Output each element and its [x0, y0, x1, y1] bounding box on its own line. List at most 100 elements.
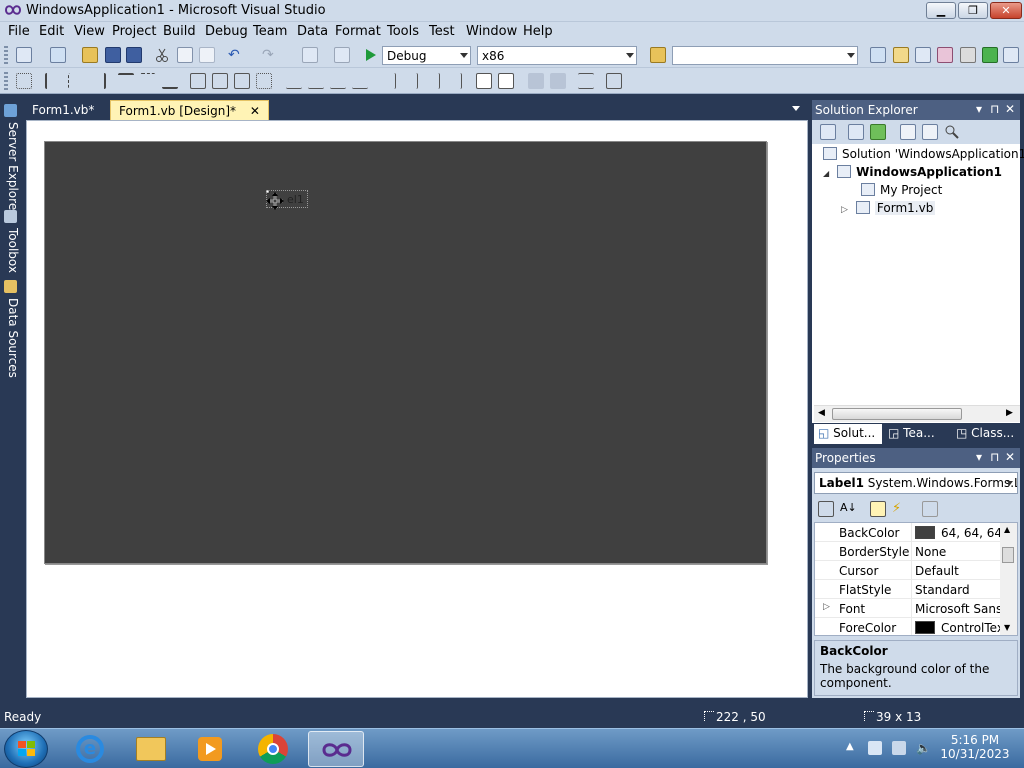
menu-edit[interactable]: Edit: [39, 24, 64, 39]
decrease-vertical-spacing-icon[interactable]: [424, 73, 440, 89]
start-button[interactable]: [4, 730, 48, 768]
align-centers-icon[interactable]: [68, 73, 84, 89]
bring-to-front-icon[interactable]: [528, 73, 544, 89]
align-middles-icon[interactable]: [140, 73, 156, 89]
scroll-down-icon[interactable]: ▼: [1004, 623, 1010, 632]
alphabetical-icon[interactable]: A↓: [840, 501, 857, 517]
property-row-flatstyle[interactable]: FlatStyle Standard: [815, 580, 1003, 599]
toolbox-tab[interactable]: Toolbox: [2, 228, 20, 273]
property-row-backcolor[interactable]: BackColor 64, 64, 64: [815, 523, 1003, 542]
form1-surface[interactable]: [44, 141, 767, 564]
menu-window[interactable]: Window: [466, 24, 517, 39]
server-explorer-tab[interactable]: Server Explorer: [2, 122, 20, 215]
align-tops-icon[interactable]: [118, 73, 134, 89]
close-panel-icon[interactable]: ✕: [1005, 450, 1015, 464]
property-row-forecolor[interactable]: ForeColor ControlTex: [815, 618, 1004, 635]
volume-icon[interactable]: 🔈: [916, 741, 931, 755]
align-rights-icon[interactable]: [90, 73, 106, 89]
toolbox-window-icon[interactable]: [937, 47, 953, 63]
close-tab-icon[interactable]: ✕: [250, 104, 260, 118]
scrollbar-thumb[interactable]: [832, 408, 962, 420]
new-project-icon[interactable]: [16, 47, 32, 63]
align-lefts-icon[interactable]: [45, 73, 61, 89]
property-value[interactable]: Microsoft Sans S: [915, 602, 1014, 616]
events-icon[interactable]: ⚡: [892, 501, 908, 517]
toolbar-options-icon[interactable]: [606, 73, 622, 89]
toolbar-grip[interactable]: [4, 46, 8, 64]
property-value[interactable]: None: [915, 545, 946, 559]
solution-explorer-icon[interactable]: [870, 47, 886, 63]
properties-view-icon[interactable]: [870, 501, 886, 517]
expand-icon[interactable]: ▷: [841, 205, 848, 215]
menu-format[interactable]: Format: [335, 24, 381, 39]
property-row-borderstyle[interactable]: BorderStyle None: [815, 542, 1003, 561]
view-class-diagram-icon[interactable]: [944, 124, 960, 140]
minimize-button[interactable]: ▁: [926, 2, 956, 19]
navigate-backward-icon[interactable]: [302, 47, 318, 63]
find-combo[interactable]: [672, 46, 858, 65]
menu-project[interactable]: Project: [112, 24, 156, 39]
align-bottoms-icon[interactable]: [162, 73, 178, 89]
categorized-icon[interactable]: [818, 501, 834, 517]
menu-tools[interactable]: Tools: [387, 24, 419, 39]
make-vertical-spacing-equal-icon[interactable]: [380, 73, 396, 89]
increase-vertical-spacing-icon[interactable]: [402, 73, 418, 89]
solution-platform-select[interactable]: x86: [477, 46, 637, 65]
property-grid-scrollbar[interactable]: ▲ ▼: [1000, 523, 1017, 635]
tab-class-view[interactable]: ◳ Class...: [952, 424, 1020, 444]
size-to-grid-icon[interactable]: [256, 73, 272, 89]
add-item-icon[interactable]: [50, 47, 66, 63]
taskbar-chrome[interactable]: [246, 731, 302, 767]
tab-team-explorer[interactable]: ◲ Tea...: [884, 424, 950, 444]
scroll-right-icon[interactable]: ▶: [1006, 408, 1013, 418]
solution-horizontal-scrollbar[interactable]: ◀ ▶: [814, 405, 1020, 422]
tools-options-icon[interactable]: [960, 47, 976, 63]
restore-button[interactable]: ❐: [958, 2, 988, 19]
menu-data[interactable]: Data: [297, 24, 328, 39]
menu-build[interactable]: Build: [163, 24, 196, 39]
tab-order-icon[interactable]: [578, 73, 594, 89]
extension-manager-icon[interactable]: [1003, 47, 1019, 63]
start-page-icon[interactable]: [982, 47, 998, 63]
redo-icon[interactable]: ↷: [262, 47, 278, 63]
navigate-forward-icon[interactable]: [334, 47, 350, 63]
property-value[interactable]: 64, 64, 64: [915, 526, 1002, 540]
taskbar-media-player[interactable]: [182, 731, 238, 767]
make-same-height-icon[interactable]: [212, 73, 228, 89]
scroll-up-icon[interactable]: ▲: [1004, 525, 1010, 534]
property-row-font[interactable]: ▷ Font Microsoft Sans S: [815, 599, 1014, 618]
send-to-back-icon[interactable]: [550, 73, 566, 89]
close-button[interactable]: ✕: [990, 2, 1022, 19]
undo-icon[interactable]: ↶: [228, 47, 244, 63]
center-horizontally-icon[interactable]: [476, 73, 492, 89]
pin-icon[interactable]: ⊓: [990, 450, 999, 464]
make-same-width-icon[interactable]: [190, 73, 206, 89]
pin-icon[interactable]: ⊓: [990, 102, 999, 116]
menu-test[interactable]: Test: [429, 24, 455, 39]
action-center-icon[interactable]: [868, 741, 882, 755]
solution-configuration-select[interactable]: Debug: [382, 46, 471, 65]
remove-horizontal-spacing-icon[interactable]: [352, 73, 368, 89]
taskbar-file-explorer[interactable]: [122, 731, 178, 767]
taskbar-visual-studio[interactable]: [308, 731, 364, 767]
taskbar-internet-explorer[interactable]: e: [62, 731, 118, 767]
view-designer-icon[interactable]: [922, 124, 938, 140]
tree-item-my-project[interactable]: My Project: [861, 183, 942, 197]
view-code-icon[interactable]: [900, 124, 916, 140]
property-row-cursor[interactable]: Cursor Default: [815, 561, 1003, 580]
cut-icon[interactable]: [154, 47, 170, 63]
open-file-icon[interactable]: [82, 47, 98, 63]
menu-help[interactable]: Help: [523, 24, 553, 39]
chevron-down-icon[interactable]: ▾: [976, 102, 982, 116]
show-hidden-icons-icon[interactable]: ▲: [846, 741, 860, 755]
object-selector[interactable]: Label1 System.Windows.Forms.La: [814, 472, 1018, 494]
decrease-horizontal-spacing-icon[interactable]: [330, 73, 346, 89]
save-icon[interactable]: [105, 47, 121, 63]
refresh-icon[interactable]: [870, 124, 886, 140]
object-browser-icon[interactable]: [915, 47, 931, 63]
close-panel-icon[interactable]: ✕: [1005, 102, 1015, 116]
make-horizontal-spacing-equal-icon[interactable]: [286, 73, 302, 89]
property-value[interactable]: ControlTex: [915, 621, 1004, 635]
make-same-size-icon[interactable]: [234, 73, 250, 89]
property-value[interactable]: Standard: [915, 583, 970, 597]
